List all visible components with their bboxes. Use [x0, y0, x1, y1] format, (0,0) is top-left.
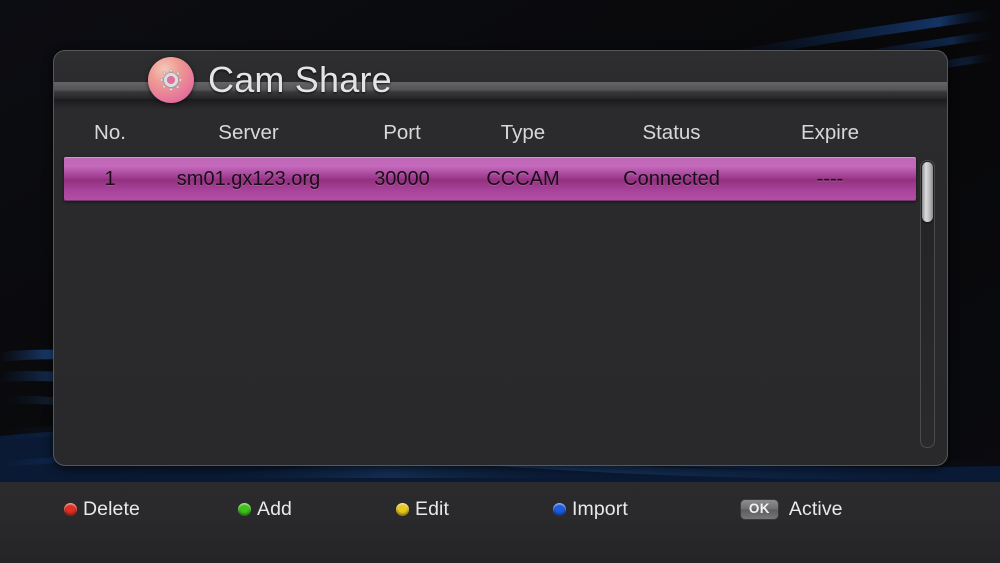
red-dot-icon — [64, 503, 77, 516]
cell-type: CCCAM — [486, 167, 560, 190]
gear-icon — [148, 57, 194, 103]
cell-no: 1 — [104, 167, 116, 190]
cell-port: 30000 — [374, 167, 430, 190]
footer-hints: Delete Add Edit Import OK Active — [0, 482, 1000, 537]
hint-import[interactable]: Import — [552, 497, 628, 520]
yellow-dot-icon — [395, 503, 409, 516]
panel-title-bar: Cam Share — [54, 51, 947, 109]
cell-server: sm01.gx123.org — [176, 167, 321, 190]
hint-edit-label: Edit — [414, 497, 449, 520]
table-header-row: No. Server Port Type Status Expire — [54, 109, 947, 157]
green-dot-icon — [237, 503, 251, 516]
column-header-server: Server — [218, 121, 279, 144]
server-list: 1 sm01.gx123.org 30000 CCCAM Connected -… — [54, 157, 947, 457]
hint-active[interactable]: OK Active — [739, 497, 843, 521]
page-title: Cam Share — [208, 59, 392, 100]
cell-expire: ---- — [816, 167, 844, 190]
vertical-scrollbar[interactable] — [920, 160, 935, 448]
ok-button-badge[interactable]: OK — [739, 498, 779, 521]
hint-active-label: Active — [788, 497, 843, 520]
column-header-status: Status — [642, 121, 701, 144]
hint-import-label: Import — [571, 497, 628, 520]
column-header-no: No. — [94, 121, 126, 144]
column-header-port: Port — [383, 121, 421, 144]
column-header-expire: Expire — [800, 121, 860, 144]
hint-add[interactable]: Add — [237, 497, 292, 520]
blue-dot-icon — [552, 503, 566, 516]
hint-add-label: Add — [256, 497, 292, 520]
cell-status: Connected — [623, 167, 720, 190]
cam-share-panel: Cam Share No. Server Port Type Status Ex… — [53, 50, 948, 466]
column-header-type: Type — [500, 121, 546, 144]
footer-hint-bar: Delete Add Edit Import OK Active — [0, 482, 1000, 563]
table-row[interactable]: 1 sm01.gx123.org 30000 CCCAM Connected -… — [64, 157, 916, 201]
hint-delete[interactable]: Delete — [64, 497, 140, 520]
scrollbar-thumb[interactable] — [922, 162, 933, 222]
hint-edit[interactable]: Edit — [395, 497, 449, 520]
hint-delete-label: Delete — [83, 497, 140, 520]
